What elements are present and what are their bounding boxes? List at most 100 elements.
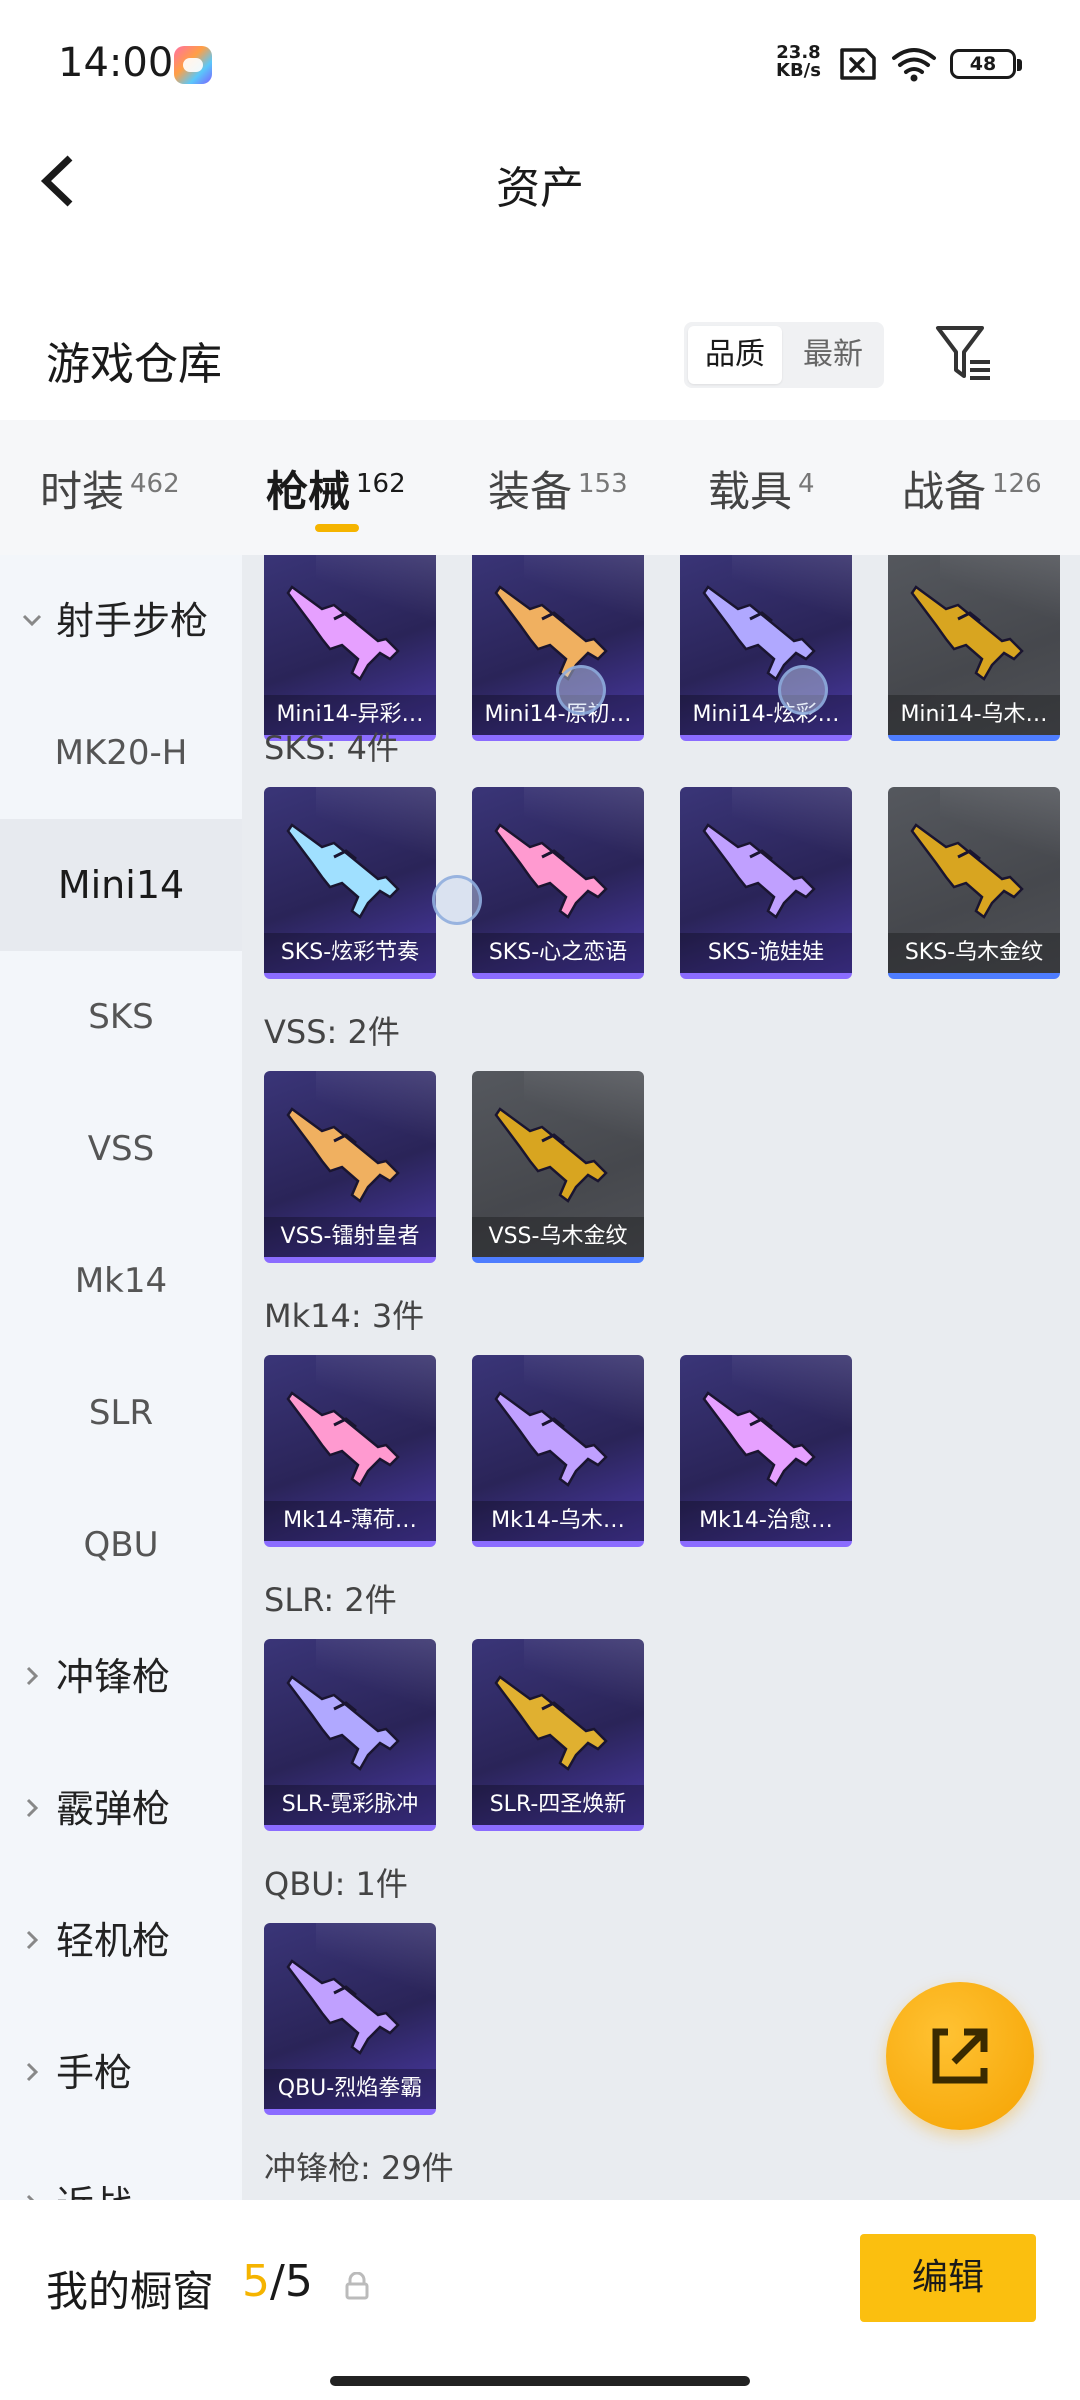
sidebar-item-mk14[interactable]: Mk14 <box>0 1215 242 1347</box>
rifle-icon <box>910 585 1024 681</box>
game-app-icon <box>174 46 212 84</box>
section-title: SKS: 4件 <box>264 729 399 767</box>
section-title: SLR: 2件 <box>264 1581 397 1619</box>
no-sim-icon <box>840 48 876 80</box>
weapon-name: Mk14-乌木… <box>472 1501 644 1541</box>
chevron-right-icon <box>26 2062 39 2082</box>
weapon-card[interactable]: Mini14-原初… <box>472 555 644 741</box>
rifle-icon <box>910 823 1024 919</box>
rifle-icon <box>286 1675 400 1771</box>
sidebar-item-slr[interactable]: SLR <box>0 1347 242 1479</box>
weapon-type-sidebar: 射手步枪 MK20-H Mini14 SKS VSS Mk14 SLR QBU … <box>0 555 242 2200</box>
battery-icon: 48 <box>950 49 1022 79</box>
rifle-icon <box>286 1391 400 1487</box>
lock-icon <box>345 2272 369 2300</box>
section-title: Mk14: 3件 <box>264 1297 425 1335</box>
status-time: 14:00 <box>58 40 174 86</box>
sidebar-item-qbu[interactable]: QBU <box>0 1479 242 1611</box>
tab-vehicles[interactable]: 载具 4 <box>708 458 815 518</box>
tab-equipment[interactable]: 装备 153 <box>488 458 628 518</box>
weapon-card[interactable]: VSS-乌木金纹 <box>472 1071 644 1263</box>
weapon-name: Mk14-薄荷… <box>264 1501 436 1541</box>
tab-supplies[interactable]: 战备 126 <box>902 458 1042 518</box>
weapon-name: VSS-镭射皇者 <box>264 1217 436 1257</box>
weapon-name: SLR-四圣焕新 <box>472 1785 644 1825</box>
sort-quality-option[interactable]: 品质 <box>688 326 782 384</box>
showcase-count: 5/5 <box>242 2256 313 2307</box>
edit-button[interactable]: 编辑 <box>860 2234 1036 2322</box>
chevron-right-icon <box>26 1798 39 1818</box>
sidebar-group-pistol[interactable]: 手枪 <box>0 2007 242 2139</box>
rifle-icon <box>286 585 400 681</box>
rifle-icon <box>286 1107 400 1203</box>
weapon-card[interactable]: Mini14-乌木… <box>888 555 1060 741</box>
weapon-name: SLR-霓彩脉冲 <box>264 1785 436 1825</box>
sidebar-item-sks[interactable]: SKS <box>0 951 242 1083</box>
sidebar-group-marksman-rifle[interactable]: 射手步枪 <box>0 555 242 687</box>
page-title: 资产 <box>496 163 584 214</box>
touch-indicator <box>778 665 828 715</box>
rifle-icon <box>494 823 608 919</box>
weapon-name: Mini14-炫彩… <box>680 695 852 735</box>
weapon-card[interactable]: Mini14-异彩… <box>264 555 436 741</box>
weapon-name: QBU-烈焰拳霸 <box>264 2069 436 2109</box>
sidebar-group-melee[interactable]: 近战 <box>0 2139 242 2200</box>
chevron-down-icon <box>22 614 42 627</box>
rifle-icon <box>494 1391 608 1487</box>
network-speed: 23.8 KB/s <box>776 42 821 81</box>
category-tabs: 时装 462 枪械 162 装备 153 载具 4 战备 126 <box>0 420 1080 555</box>
showcase-bar: 我的橱窗 5/5 编辑 <box>0 2200 1080 2400</box>
weapon-card[interactable]: SKS-诡娃娃 <box>680 787 852 979</box>
weapon-card[interactable]: VSS-镭射皇者 <box>264 1071 436 1263</box>
chevron-right-icon <box>26 2194 35 2200</box>
tab-firearms[interactable]: 枪械 162 <box>266 458 406 518</box>
rifle-icon <box>702 1391 816 1487</box>
touch-indicator <box>432 875 482 925</box>
chevron-right-icon <box>26 1930 39 1950</box>
active-tab-indicator <box>315 524 359 532</box>
weapon-name: Mk14-治愈… <box>680 1501 852 1541</box>
weapon-name: SKS-诡娃娃 <box>680 933 852 973</box>
sidebar-item-mini14[interactable]: Mini14 <box>0 819 242 951</box>
touch-indicator <box>556 665 606 715</box>
weapon-card[interactable]: Mini14-炫彩… <box>680 555 852 741</box>
sort-toggle: 品质 最新 <box>684 322 884 388</box>
weapon-name: SKS-乌木金纹 <box>888 933 1060 973</box>
filter-icon <box>936 326 990 380</box>
weapon-card[interactable]: SKS-炫彩节奏 <box>264 787 436 979</box>
rifle-icon <box>494 1675 608 1771</box>
status-bar: 14:00 23.8 KB/s 48 <box>0 0 1080 130</box>
share-icon <box>932 2028 988 2084</box>
rifle-icon <box>494 1107 608 1203</box>
weapon-name: SKS-炫彩节奏 <box>264 933 436 973</box>
share-button[interactable] <box>886 1982 1034 2130</box>
section-title: QBU: 1件 <box>264 1865 408 1903</box>
weapon-card[interactable]: Mk14-治愈… <box>680 1355 852 1547</box>
weapon-card[interactable]: Mk14-乌木… <box>472 1355 644 1547</box>
weapon-grid: Mini14-异彩… Mini14-原初… Mini14-炫彩… Mini14-乌木…… <box>242 555 1080 2200</box>
showcase-label: 我的橱窗 <box>46 2267 215 2316</box>
filter-button[interactable] <box>934 322 994 386</box>
weapon-name: SKS-心之恋语 <box>472 933 644 973</box>
weapon-card[interactable]: SKS-乌木金纹 <box>888 787 1060 979</box>
rifle-icon <box>286 823 400 919</box>
weapon-card[interactable]: SKS-心之恋语 <box>472 787 644 979</box>
weapon-name: VSS-乌木金纹 <box>472 1217 644 1257</box>
section-title: 冲锋枪: 29件 <box>264 2149 454 2187</box>
sidebar-item-mk20h[interactable]: MK20-H <box>0 687 242 819</box>
warehouse-title: 游戏仓库 <box>46 339 222 390</box>
weapon-card[interactable]: QBU-烈焰拳霸 <box>264 1923 436 2115</box>
weapon-name: Mini14-乌木… <box>888 695 1060 735</box>
sidebar-item-vss[interactable]: VSS <box>0 1083 242 1215</box>
weapon-card[interactable]: SLR-霓彩脉冲 <box>264 1639 436 1831</box>
sidebar-group-shotgun[interactable]: 霰弹枪 <box>0 1743 242 1875</box>
sidebar-group-lmg[interactable]: 轻机枪 <box>0 1875 242 2007</box>
sidebar-group-smg[interactable]: 冲锋枪 <box>0 1611 242 1743</box>
weapon-card[interactable]: Mk14-薄荷… <box>264 1355 436 1547</box>
sort-newest-option[interactable]: 最新 <box>786 326 880 384</box>
chevron-right-icon <box>26 1666 39 1686</box>
weapon-card[interactable]: SLR-四圣焕新 <box>472 1639 644 1831</box>
section-title: VSS: 2件 <box>264 1013 400 1051</box>
tab-outfits[interactable]: 时装 462 <box>40 458 180 518</box>
wifi-icon <box>892 48 936 82</box>
